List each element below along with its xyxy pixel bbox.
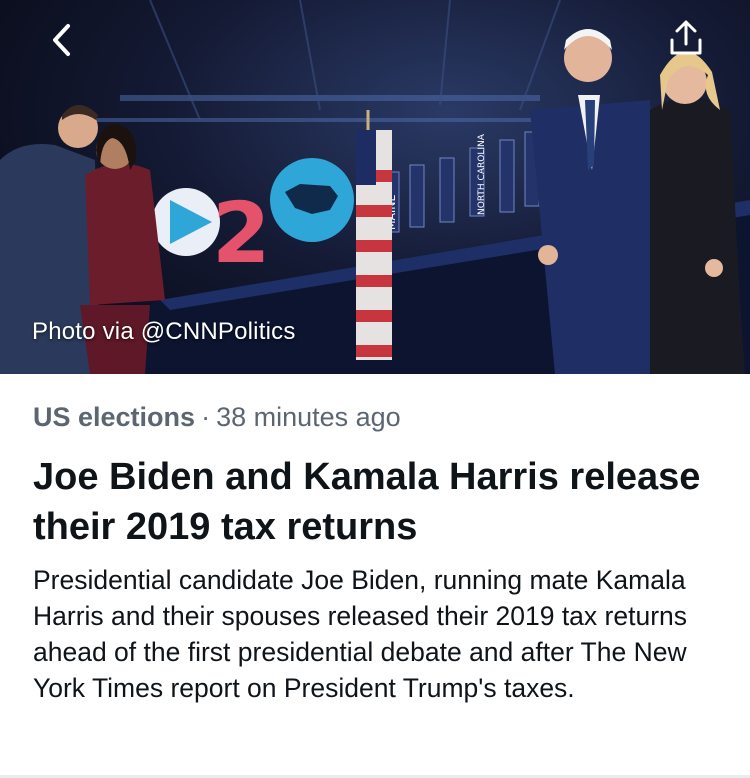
article-headline[interactable]: Joe Biden and Kamala Harris release thei… xyxy=(33,452,723,552)
hero-image[interactable]: MAINE NORTH CAROLINA 2 xyxy=(0,0,750,374)
photo-credit: Photo via @CNNPolitics xyxy=(32,318,296,345)
share-icon xyxy=(670,20,702,55)
svg-text:2: 2 xyxy=(212,184,270,282)
article-meta: US elections · 38 minutes ago xyxy=(33,402,401,433)
share-button[interactable] xyxy=(662,14,710,62)
people-right xyxy=(530,29,745,374)
sign-north-carolina: NORTH CAROLINA xyxy=(477,133,487,215)
chevron-left-icon xyxy=(53,24,70,56)
dnc-2020-logo: 2 xyxy=(152,158,354,282)
topic-link[interactable]: US elections xyxy=(33,402,195,432)
us-flag xyxy=(356,110,392,360)
article-summary: Presidential candidate Joe Biden, runnin… xyxy=(33,565,688,703)
timestamp: 38 minutes ago xyxy=(216,402,401,432)
meta-separator: · xyxy=(201,402,211,432)
back-button[interactable] xyxy=(40,18,84,62)
